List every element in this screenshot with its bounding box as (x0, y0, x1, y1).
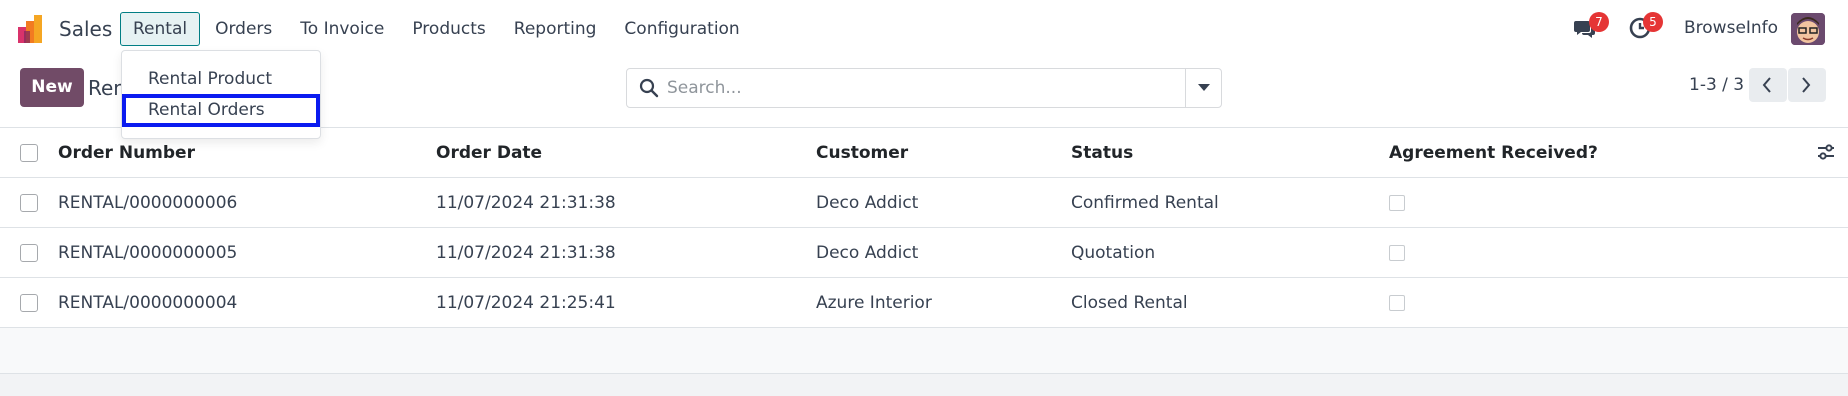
menu-products[interactable]: Products (399, 12, 498, 46)
order-number: RENTAL/0000000004 (58, 293, 238, 313)
menu-to-invoice[interactable]: To Invoice (287, 12, 397, 46)
column-header-agreement-received[interactable]: Agreement Received? (1389, 128, 1598, 178)
select-all-checkbox[interactable] (20, 144, 38, 162)
user-name[interactable]: BrowseInfo (1684, 18, 1778, 38)
dropdown-item-rental-product[interactable]: Rental Product (122, 63, 320, 96)
status: Closed Rental (1071, 293, 1188, 313)
column-header-status[interactable]: Status (1071, 128, 1133, 178)
sliders-icon[interactable] (1816, 142, 1836, 162)
messages-badge: 7 (1589, 12, 1609, 32)
pager-value[interactable]: 1-3 / 3 (1689, 75, 1744, 95)
search-bar (626, 68, 1222, 108)
row-checkbox[interactable] (20, 244, 38, 262)
table-row[interactable]: RENTAL/0000000006 11/07/2024 21:31:38 De… (0, 178, 1848, 228)
customer: Deco Addict (816, 243, 919, 263)
agreement-received-checkbox[interactable] (1389, 195, 1405, 211)
page-bottom (0, 374, 1848, 396)
top-navbar: Sales Rental Orders To Invoice Products … (0, 0, 1848, 57)
search-input[interactable] (667, 69, 1167, 107)
search-icon[interactable] (639, 78, 659, 98)
dropdown-item-rental-orders[interactable]: Rental Orders (122, 94, 320, 127)
table-footer (0, 328, 1848, 374)
new-button[interactable]: New (20, 68, 84, 107)
chevron-right-icon (1802, 77, 1811, 93)
main-menu: Rental Orders To Invoice Products Report… (120, 12, 755, 46)
order-date: 11/07/2024 21:31:38 (436, 243, 616, 263)
menu-rental[interactable]: Rental (120, 12, 201, 46)
rental-orders-table: Order Number Order Date Customer Status … (0, 128, 1848, 328)
menu-configuration[interactable]: Configuration (611, 12, 752, 46)
odoo-logo[interactable] (18, 15, 48, 43)
rental-dropdown-menu: Rental Product Rental Orders (121, 50, 321, 139)
agreement-received-checkbox[interactable] (1389, 245, 1405, 261)
activities-badge: 5 (1643, 12, 1663, 32)
customer: Deco Addict (816, 193, 919, 213)
menu-orders[interactable]: Orders (202, 12, 285, 46)
order-date: 11/07/2024 21:31:38 (436, 193, 616, 213)
pager-next-button[interactable] (1788, 68, 1826, 102)
pager-previous-button[interactable] (1749, 68, 1787, 102)
agreement-received-checkbox[interactable] (1389, 295, 1405, 311)
order-date: 11/07/2024 21:25:41 (436, 293, 616, 313)
order-number: RENTAL/0000000005 (58, 243, 238, 263)
status: Confirmed Rental (1071, 193, 1219, 213)
avatar[interactable] (1791, 13, 1825, 45)
column-header-customer[interactable]: Customer (816, 128, 908, 178)
caret-down-icon (1198, 84, 1210, 91)
status: Quotation (1071, 243, 1156, 263)
order-number: RENTAL/0000000006 (58, 193, 238, 213)
customer: Azure Interior (816, 293, 932, 313)
chevron-left-icon (1762, 77, 1771, 93)
row-checkbox[interactable] (20, 294, 38, 312)
search-options-toggle[interactable] (1185, 69, 1221, 107)
app-name[interactable]: Sales (59, 17, 112, 41)
row-checkbox[interactable] (20, 194, 38, 212)
menu-reporting[interactable]: Reporting (501, 12, 610, 46)
avatar-face-icon (1791, 13, 1825, 45)
table-row[interactable]: RENTAL/0000000005 11/07/2024 21:31:38 De… (0, 228, 1848, 278)
column-header-order-date[interactable]: Order Date (436, 128, 542, 178)
table-row[interactable]: RENTAL/0000000004 11/07/2024 21:25:41 Az… (0, 278, 1848, 328)
